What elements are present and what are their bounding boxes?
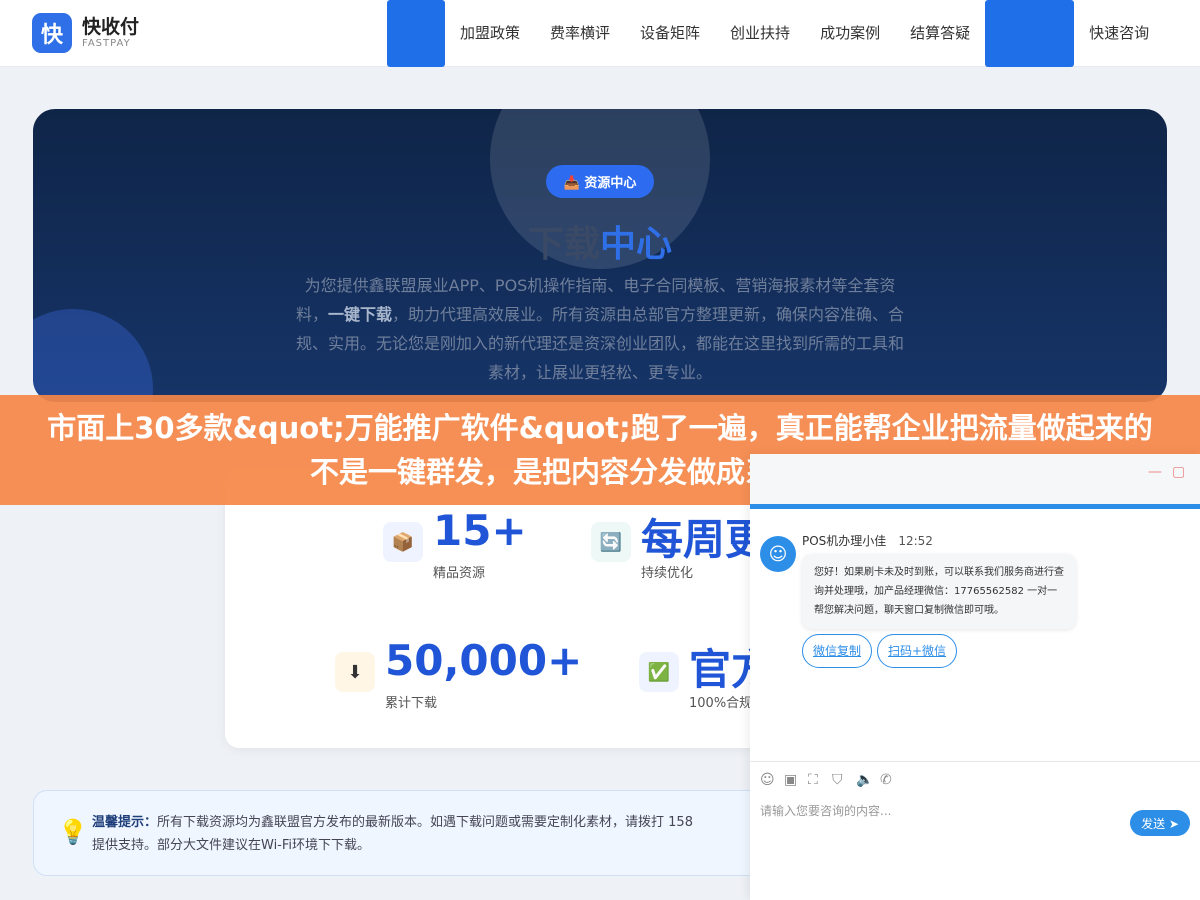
page-title: 下载中心	[33, 215, 1167, 267]
copy-wechat-button[interactable]: 微信复制	[802, 634, 873, 668]
emoji-icon[interactable]: ☺	[760, 772, 784, 788]
chat-input[interactable]: 请输入您要咨询的内容...	[760, 802, 891, 819]
stat-value: 每周更	[641, 515, 768, 564]
minimize-icon[interactable]: —	[1148, 464, 1162, 480]
chat-header	[750, 454, 1200, 509]
nav-home[interactable]: 首页	[387, 0, 445, 67]
refresh-icon: 🔄	[591, 522, 631, 562]
desc-bold: 一键下载	[327, 305, 392, 324]
logo-mark: 快	[32, 13, 72, 53]
chat-toolbar: ☺ ▣ ⛶ ⛉ 🔈 ✆	[760, 772, 904, 788]
title-part1: 下载	[527, 224, 600, 265]
nav-rate-review[interactable]: 费率横评	[535, 0, 625, 67]
logo[interactable]: 快 快收付 FASTPAY	[32, 13, 139, 53]
nav-download-center[interactable]: 下载中心	[985, 0, 1075, 67]
nav-success-cases[interactable]: 成功案例	[805, 0, 895, 67]
tip-box: 💡 温馨提示：所有下载资源均为鑫联盟官方发布的最新版本。如遇下载问题或需要定制化…	[33, 790, 833, 876]
chat-message: 您好！如果刷卡未及时到账，可以联系我们服务商进行查询并处理哦，加产品经理微信：1…	[802, 554, 1076, 629]
agent-avatar: ☺	[760, 536, 796, 572]
chat-accent-bar	[750, 504, 1200, 509]
logo-sub: FASTPAY	[82, 37, 131, 49]
send-button[interactable]: 发送 ➤	[1130, 810, 1190, 836]
stat-label: 累计下载	[385, 696, 438, 711]
stat-value: 50,000+	[385, 636, 583, 685]
tip-title: 温馨提示：	[92, 815, 158, 830]
tip-text: 温馨提示：所有下载资源均为鑫联盟官方发布的最新版本。如遇下载问题或需要定制化素材…	[92, 811, 792, 857]
shield-icon[interactable]: ⛉	[832, 772, 856, 788]
check-icon: ✅	[639, 652, 679, 692]
tip-line1: 所有下载资源均为鑫联盟官方发布的最新版本。如遇下载问题或需要定制化素材，请拨打 …	[157, 815, 693, 830]
logo-name: 快收付	[82, 15, 140, 38]
agent-name: POS机办理小佳	[802, 534, 887, 548]
chat-input-area: ☺ ▣ ⛶ ⛉ 🔈 ✆ 请输入您要咨询的内容... 发送 ➤	[750, 761, 1200, 900]
volume-icon[interactable]: 🔈	[856, 772, 880, 788]
stat-label: 精品资源	[433, 566, 486, 581]
message-time: 12:52	[898, 534, 933, 548]
hero-section: 📥 资源中心 下载中心 为您提供鑫联盟展业APP、POS机操作指南、电子合同模板…	[33, 109, 1167, 402]
screenshot-icon[interactable]: ⛶	[808, 772, 832, 788]
chat-widget: — ▢ ☺ POS机办理小佳 12:52 您好！如果刷卡未及时到账，可以联系我们服…	[750, 454, 1200, 900]
nav-franchise-policy[interactable]: 加盟政策	[445, 0, 535, 67]
download-icon: ⬇	[335, 652, 375, 692]
chat-meta: POS机办理小佳 12:52	[802, 532, 933, 549]
nav-quick-consult[interactable]: 快速咨询	[1074, 0, 1164, 67]
scan-wechat-button[interactable]: 扫码+微信	[877, 634, 958, 668]
maximize-icon[interactable]: ▢	[1172, 464, 1185, 480]
resource-center-badge: 📥 资源中心	[546, 165, 654, 198]
nav-startup-support[interactable]: 创业扶持	[715, 0, 805, 67]
stat-value: 15+	[433, 506, 527, 555]
wechat-icon[interactable]: ✆	[880, 772, 904, 788]
nav-settlement-faq[interactable]: 结算答疑	[895, 0, 985, 67]
stat-label: 持续优化	[641, 566, 694, 581]
site-header: 快 快收付 FASTPAY 首页 加盟政策 费率横评 设备矩阵 创业扶持 成功案…	[0, 0, 1200, 67]
box-icon: 📦	[383, 522, 423, 562]
hero-description: 为您提供鑫联盟展业APP、POS机操作指南、电子合同模板、营销海报素材等全套资料…	[295, 271, 905, 387]
stat-label: 100%合规	[689, 696, 753, 711]
image-icon[interactable]: ▣	[784, 772, 808, 788]
nav-device-matrix[interactable]: 设备矩阵	[625, 0, 715, 67]
stats-card: 📦 15+ 精品资源 🔄 每周更 持续优化 ⬇ 50,000+ 累计下载 ✅ 官…	[225, 470, 785, 748]
decor-circle	[33, 309, 153, 402]
lightbulb-icon: 💡	[58, 818, 88, 846]
main-nav: 首页 加盟政策 费率横评 设备矩阵 创业扶持 成功案例 结算答疑 下载中心 快速…	[387, 0, 1164, 67]
tip-line2: 提供支持。部分大文件建议在Wi-Fi环境下下载。	[92, 838, 371, 853]
title-part2: 中心	[600, 224, 673, 265]
